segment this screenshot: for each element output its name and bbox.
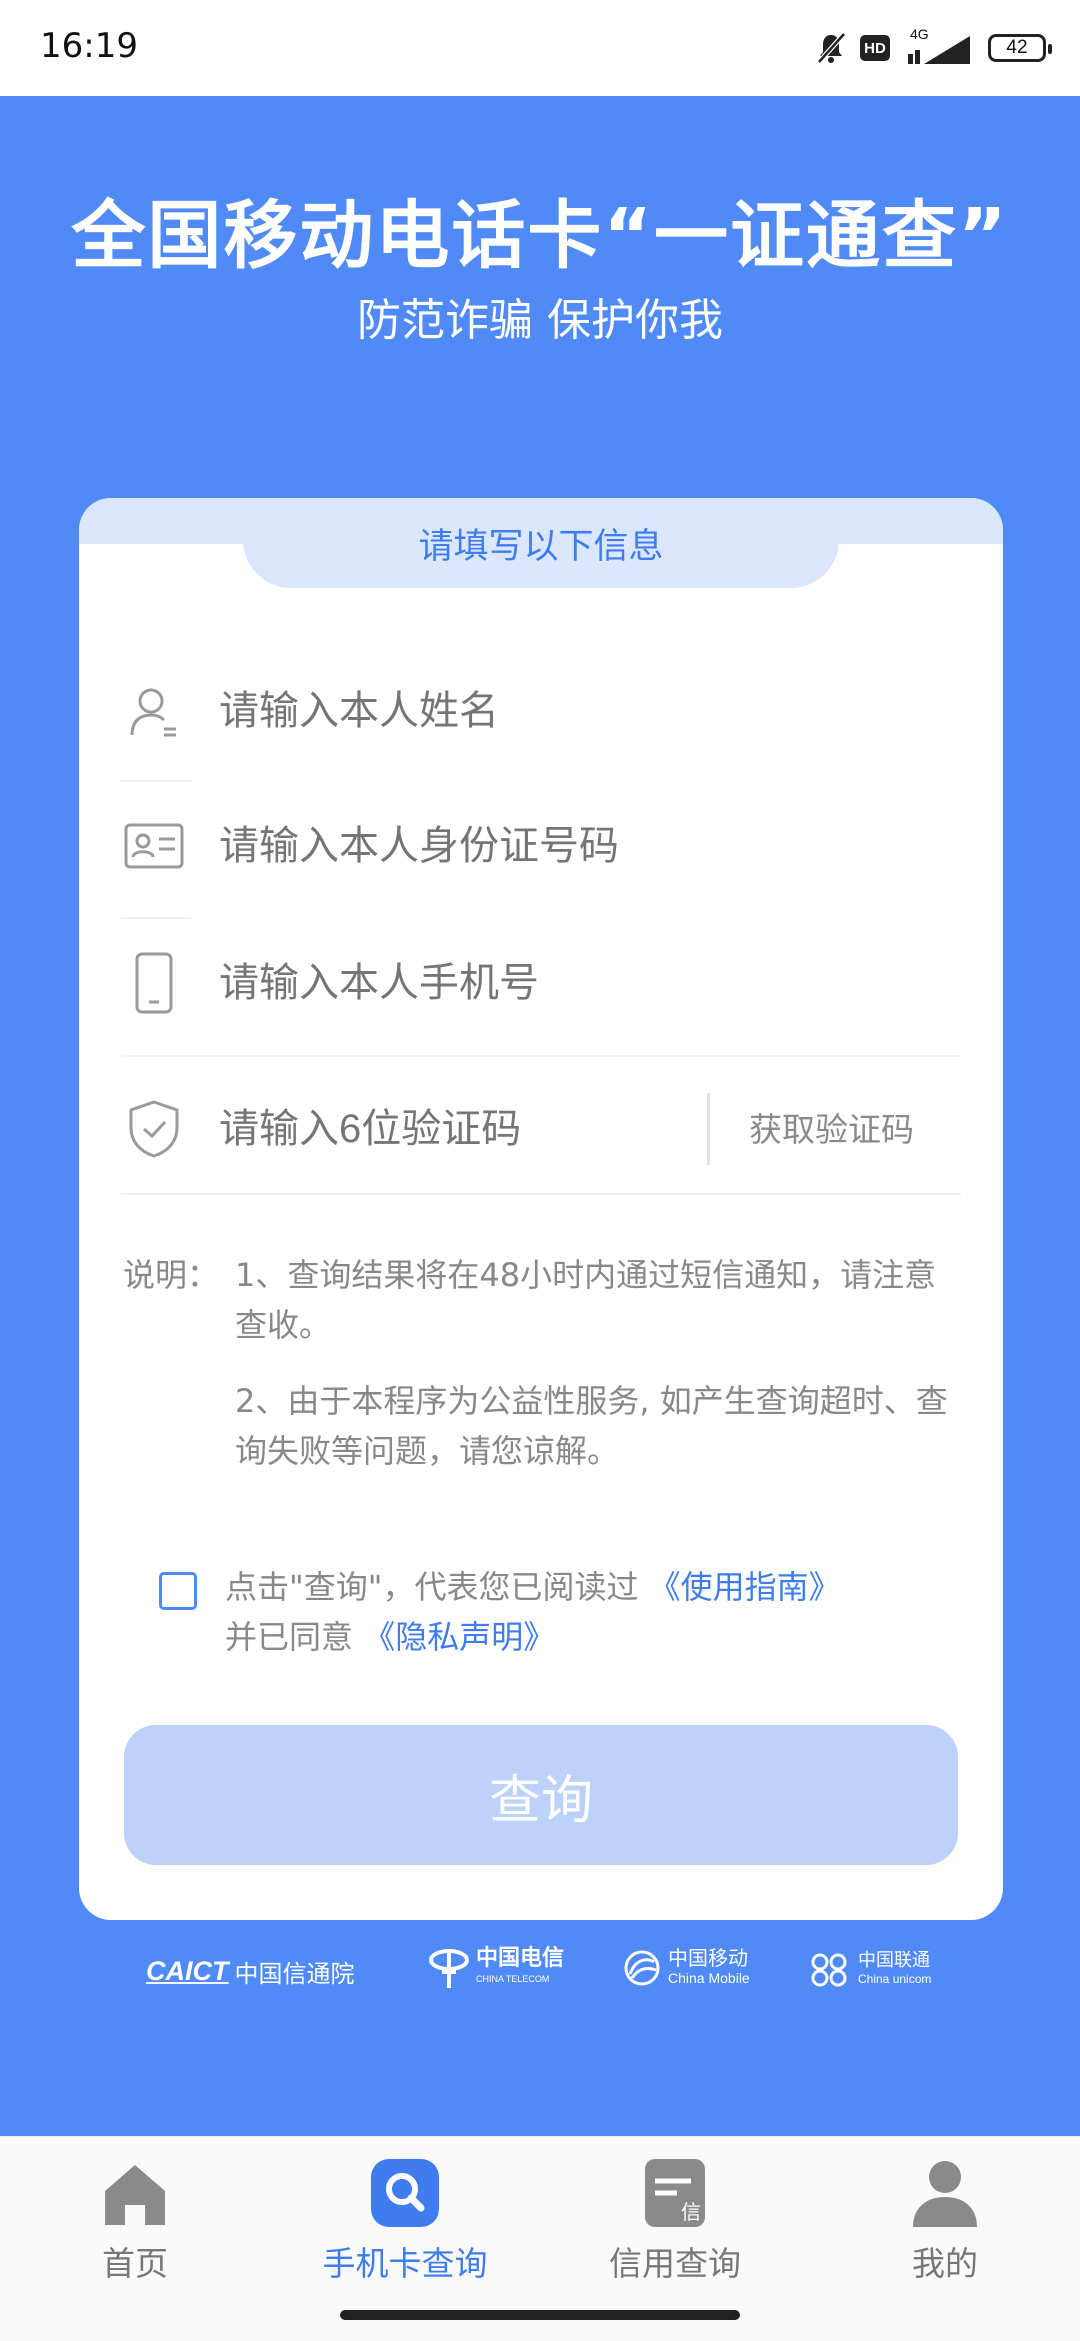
page-subtitle: 防范诈骗 保护你我 — [357, 295, 723, 346]
nav-item-credit-query[interactable]: 信 信用查询 — [575, 2157, 775, 2285]
status-bar: 16:19 HD 4G 42 — [0, 0, 1080, 96]
telecom-icon — [429, 1949, 469, 1988]
divider — [121, 780, 191, 782]
person-icon — [121, 678, 187, 744]
nav-item-home[interactable]: 首页 — [35, 2157, 235, 2285]
agreement-text: 并已同意 — [225, 1618, 354, 1656]
nav-item-phone-card-query[interactable]: 手机卡查询 — [305, 2157, 505, 2285]
svg-text:信: 信 — [681, 2200, 701, 2224]
note-item: 2、由于本程序为公益性服务, 如产生查询超时、查询失败等问题，请您谅解。 — [235, 1382, 948, 1470]
agreement-text: 点击"查询"，代表您已阅读过 — [225, 1568, 639, 1606]
nav-label: 首页 — [102, 2244, 168, 2283]
status-time: 16:19 — [40, 26, 138, 66]
search-icon — [369, 2157, 441, 2229]
battery-icon: 42 — [988, 34, 1052, 62]
usage-guide-link[interactable]: 《使用指南》 — [649, 1568, 841, 1606]
agreement-line: 并已同意 《隐私声明》 — [225, 1612, 555, 1662]
get-code-button[interactable]: 获取验证码 — [749, 1103, 914, 1151]
divider — [121, 917, 191, 919]
divider — [707, 1093, 710, 1165]
phone-icon — [121, 950, 187, 1016]
form-header: 请填写以下信息 — [243, 498, 839, 588]
nav-label: 信用查询 — [609, 2244, 741, 2283]
hd-badge: HD — [860, 35, 890, 61]
unicom-cn: 中国联通 — [858, 1950, 930, 1971]
status-icons: HD 4G 42 — [816, 26, 1052, 68]
credit-icon: 信 — [639, 2157, 711, 2229]
nav-item-mine[interactable]: 我的 — [845, 2157, 1045, 2285]
query-form-card: 请填写以下信息 请输入本人姓名 请输入本人身份证号码 请输入本人手机号 请输入6… — [79, 498, 1003, 1920]
agreement-checkbox[interactable] — [159, 1572, 197, 1610]
name-field[interactable] — [121, 678, 961, 744]
china-unicom-logo: 中国联通 China unicom — [806, 1950, 931, 1990]
providers-title: 本服务联合提供 — [421, 1884, 659, 1924]
note-item: 1、查询结果将在48小时内通过短信通知，请注意查收。 — [235, 1256, 937, 1344]
hero-section: 全国移动电话卡“一证通查” 防范诈骗 保护你我 请填写以下信息 请输入本人姓名 … — [0, 96, 1080, 2136]
shield-icon — [121, 1096, 187, 1162]
signal-icon: 4G — [904, 26, 974, 68]
page-title: 全国移动电话卡“一证通查” — [71, 193, 1009, 279]
nav-label: 我的 — [912, 2244, 978, 2283]
mobile-en: China Mobile — [668, 1970, 750, 1986]
nav-label: 手机卡查询 — [322, 2244, 488, 2283]
telecom-cn: 中国电信 — [476, 1946, 565, 1971]
phone-field[interactable] — [121, 950, 961, 1016]
id-card-icon — [121, 813, 187, 879]
caict-name: 中国信通院 — [234, 1960, 355, 1988]
unicom-en: China unicom — [858, 1972, 932, 1986]
mute-icon — [817, 32, 846, 64]
privacy-statement-link[interactable]: 《隐私声明》 — [363, 1618, 555, 1656]
china-mobile-logo: 中国移动 China Mobile — [622, 1948, 750, 1988]
query-button[interactable]: 查询 — [124, 1725, 958, 1865]
unicom-icon — [811, 1953, 847, 1987]
telecom-en: CHINA TELECOM — [476, 1974, 550, 1984]
id-number-input[interactable] — [217, 822, 921, 870]
caict-abbr: CAICT — [146, 1956, 229, 1986]
caict-logo: CAICT 中国信通院 — [146, 1954, 355, 1989]
code-field[interactable] — [121, 1096, 681, 1162]
id-field[interactable] — [121, 813, 961, 879]
provider-logos: CAICT 中国信通院 中国电信 CHINA TELECOM 中国移动 Chin… — [0, 1946, 1080, 2006]
home-indicator[interactable] — [340, 2310, 740, 2320]
divider — [121, 1055, 961, 1057]
mobile-icon — [624, 1950, 660, 1986]
agreement-line: 点击"查询"，代表您已阅读过 《使用指南》 — [225, 1562, 841, 1612]
phone-input[interactable] — [217, 959, 921, 1007]
notes-label: 说明： — [123, 1256, 220, 1294]
mobile-cn: 中国移动 — [668, 1946, 748, 1970]
user-icon — [909, 2157, 981, 2229]
name-input[interactable] — [217, 687, 921, 735]
battery-level: 42 — [1006, 37, 1028, 58]
home-icon — [99, 2157, 171, 2229]
divider — [121, 1193, 961, 1195]
china-telecom-logo: 中国电信 CHINA TELECOM — [428, 1946, 564, 1992]
verification-code-input[interactable] — [217, 1105, 661, 1153]
